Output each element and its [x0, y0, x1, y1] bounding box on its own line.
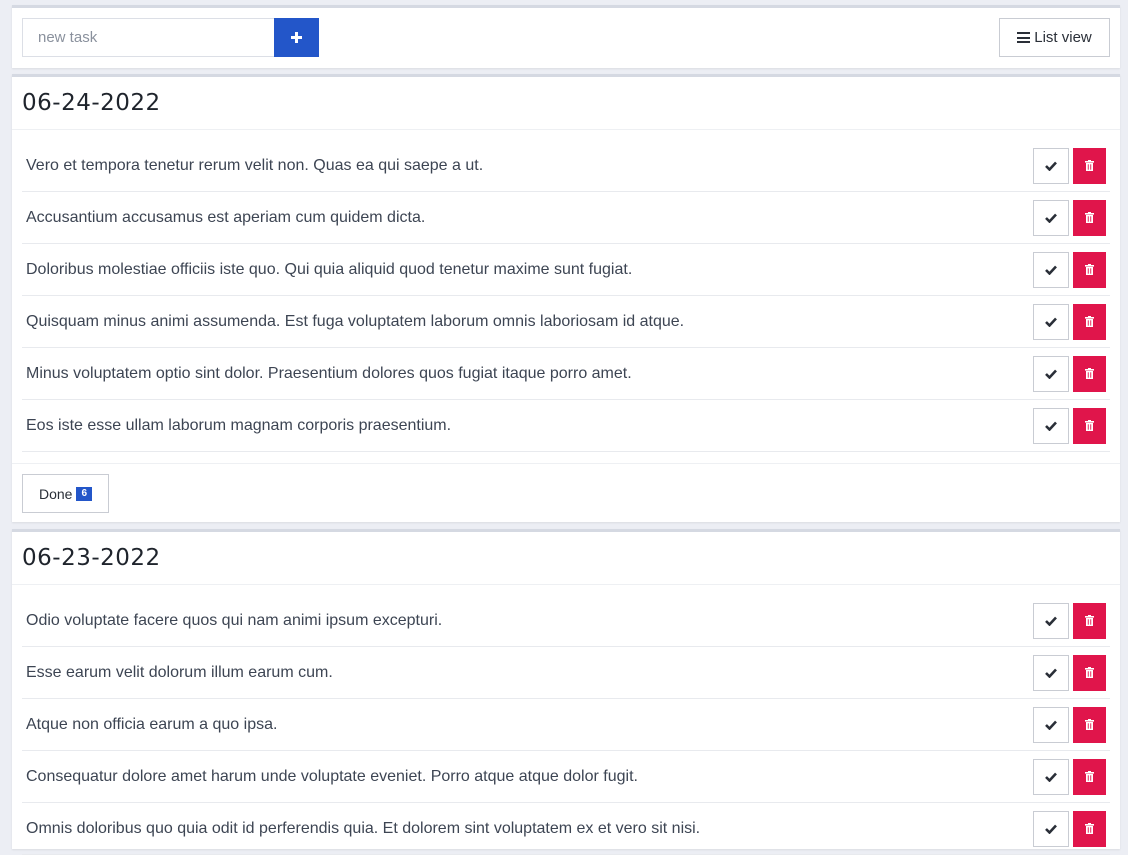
check-icon	[1045, 720, 1057, 730]
trash-icon	[1085, 771, 1094, 782]
trash-icon	[1085, 420, 1094, 431]
check-icon	[1045, 161, 1057, 171]
complete-task-button[interactable]	[1033, 706, 1069, 743]
task-text: Eos iste esse ullam laborum magnam corpo…	[26, 416, 452, 434]
task-text: Vero et tempora tenetur rerum velit non.…	[26, 156, 484, 174]
task-row: Minus voluptatem optio sint dolor. Praes…	[22, 348, 1110, 400]
complete-task-button[interactable]	[1033, 147, 1069, 184]
task-text: Atque non officia earum a quo ipsa.	[26, 715, 278, 733]
check-icon	[1045, 668, 1057, 678]
check-icon	[1045, 317, 1057, 327]
trash-icon	[1085, 615, 1094, 626]
task-text: Doloribus molestiae officiis iste quo. Q…	[26, 260, 633, 278]
day-footer: Done 6	[12, 463, 1120, 522]
delete-task-button[interactable]	[1073, 407, 1106, 444]
task-text: Consequatur dolore amet harum unde volup…	[26, 767, 638, 785]
complete-task-button[interactable]	[1033, 758, 1069, 795]
day-date-heading: 06-23-2022	[12, 532, 1120, 585]
complete-task-button[interactable]	[1033, 810, 1069, 847]
complete-task-button[interactable]	[1033, 303, 1069, 340]
complete-task-button[interactable]	[1033, 602, 1069, 639]
trash-icon	[1085, 823, 1094, 834]
check-icon	[1045, 265, 1057, 275]
delete-task-button[interactable]	[1073, 251, 1106, 288]
new-task-input[interactable]	[22, 18, 274, 57]
complete-task-button[interactable]	[1033, 251, 1069, 288]
task-row: Atque non officia earum a quo ipsa.	[22, 699, 1110, 751]
complete-task-button[interactable]	[1033, 654, 1069, 691]
trash-icon	[1085, 719, 1094, 730]
task-row: Omnis doloribus quo quia odit id perfere…	[22, 803, 1110, 855]
delete-task-button[interactable]	[1073, 355, 1106, 392]
list-view-label: List view	[1034, 29, 1092, 46]
delete-task-button[interactable]	[1073, 654, 1106, 691]
day-group: 06-23-2022 Odio voluptate facere quos qu…	[12, 529, 1120, 855]
check-icon	[1045, 369, 1057, 379]
check-icon	[1045, 772, 1057, 782]
task-row: Consequatur dolore amet harum unde volup…	[22, 751, 1110, 803]
task-row: Odio voluptate facere quos qui nam animi…	[22, 595, 1110, 647]
trash-icon	[1085, 667, 1094, 678]
task-text: Esse earum velit dolorum illum earum cum…	[26, 663, 333, 681]
complete-task-button[interactable]	[1033, 355, 1069, 392]
delete-task-button[interactable]	[1073, 303, 1106, 340]
done-tasks-button[interactable]: Done 6	[22, 474, 110, 513]
task-row: Quisquam minus animi assumenda. Est fuga…	[22, 296, 1110, 348]
toolbar: List view	[12, 5, 1120, 68]
trash-icon	[1085, 264, 1094, 275]
task-text: Quisquam minus animi assumenda. Est fuga…	[26, 312, 685, 330]
task-row: Esse earum velit dolorum illum earum cum…	[22, 647, 1110, 699]
trash-icon	[1085, 368, 1094, 379]
day-date-heading: 06-24-2022	[12, 77, 1120, 130]
delete-task-button[interactable]	[1073, 810, 1106, 847]
task-row: Vero et tempora tenetur rerum velit non.…	[22, 140, 1110, 192]
task-text: Odio voluptate facere quos qui nam animi…	[26, 611, 443, 629]
delete-task-button[interactable]	[1073, 758, 1106, 795]
complete-task-button[interactable]	[1033, 199, 1069, 236]
task-row: Eos iste esse ullam laborum magnam corpo…	[22, 400, 1110, 452]
check-icon	[1045, 824, 1057, 834]
done-label: Done	[39, 485, 73, 502]
delete-task-button[interactable]	[1073, 706, 1106, 743]
task-list: Odio voluptate facere quos qui nam animi…	[12, 585, 1120, 855]
list-icon	[1017, 32, 1031, 43]
task-row: Accusantium accusamus est aperiam cum qu…	[22, 192, 1110, 244]
trash-icon	[1085, 212, 1094, 223]
add-task-button[interactable]	[274, 18, 319, 57]
complete-task-button[interactable]	[1033, 407, 1069, 444]
plus-icon	[291, 32, 302, 43]
check-icon	[1045, 213, 1057, 223]
delete-task-button[interactable]	[1073, 199, 1106, 236]
trash-icon	[1085, 160, 1094, 171]
task-row: Doloribus molestiae officiis iste quo. Q…	[22, 244, 1110, 296]
check-icon	[1045, 616, 1057, 626]
trash-icon	[1085, 316, 1094, 327]
task-text: Omnis doloribus quo quia odit id perfere…	[26, 819, 701, 837]
done-count-badge: 6	[76, 486, 93, 501]
delete-task-button[interactable]	[1073, 147, 1106, 184]
list-view-button[interactable]: List view	[999, 18, 1110, 57]
task-list: Vero et tempora tenetur rerum velit non.…	[12, 130, 1120, 452]
day-group: 06-24-2022 Vero et tempora tenetur rerum…	[12, 74, 1120, 522]
task-text: Accusantium accusamus est aperiam cum qu…	[26, 208, 426, 226]
check-icon	[1045, 421, 1057, 431]
delete-task-button[interactable]	[1073, 602, 1106, 639]
task-text: Minus voluptatem optio sint dolor. Praes…	[26, 364, 632, 382]
